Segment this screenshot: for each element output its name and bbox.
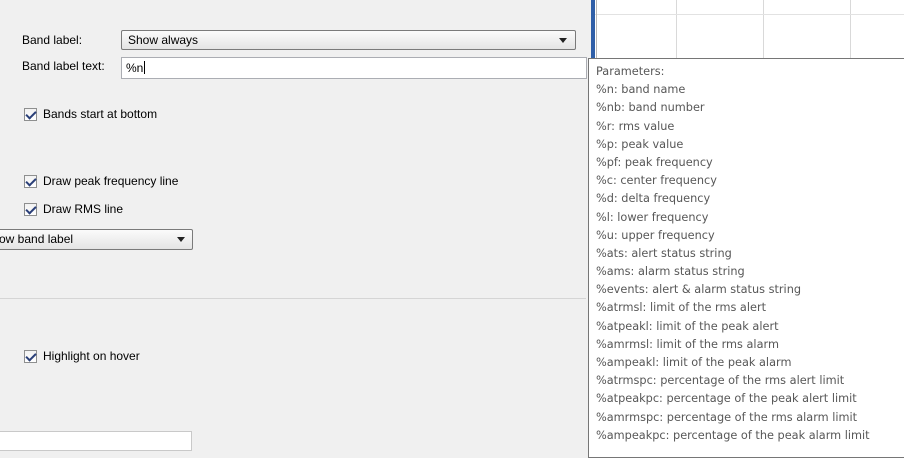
text-caret <box>144 61 146 74</box>
tooltip-heading: Parameters: <box>596 65 665 78</box>
grid-line <box>763 0 764 60</box>
draw-peak-frequency-line-checkbox[interactable] <box>24 175 37 188</box>
band-label-text-caption: Band label text: <box>22 59 105 73</box>
tooltip-line: %c: center frequency <box>596 174 717 188</box>
highlight-on-hover-label[interactable]: Highlight on hover <box>43 349 140 363</box>
partial-input-box[interactable] <box>0 431 192 451</box>
chevron-down-icon <box>177 237 185 242</box>
tooltip-line: %ampeakpc: percentage of the peak alarm … <box>596 428 870 442</box>
tooltip-line: %amrmsl: limit of the rms alarm <box>596 337 779 351</box>
band-label-mode-select-value: ow band label <box>0 232 74 246</box>
draw-rms-line-checkbox[interactable] <box>24 203 37 216</box>
tooltip-line: %n: band name <box>596 83 686 97</box>
bands-start-at-bottom-checkbox[interactable] <box>24 108 37 121</box>
band-label-text-input[interactable]: %n <box>121 57 587 79</box>
grid-line <box>676 0 677 60</box>
tooltip-line: %atrmsl: limit of the rms alert <box>596 301 767 315</box>
grid-line <box>850 0 851 60</box>
tooltip-line: %pf: peak frequency <box>596 155 713 169</box>
band-label-mode-select[interactable]: ow band label <box>0 229 193 250</box>
tooltip-line: %atrmspc: percentage of the rms alert li… <box>596 374 845 388</box>
tooltip-line: %ats: alert status string <box>596 246 732 260</box>
checkmark-icon <box>25 350 37 362</box>
checkmark-icon <box>25 108 37 120</box>
section-divider <box>0 298 586 299</box>
band-label-select-value: Show always <box>128 33 199 47</box>
draw-rms-line-label[interactable]: Draw RMS line <box>43 202 123 216</box>
draw-peak-frequency-line-label[interactable]: Draw peak frequency line <box>43 174 178 188</box>
splitter-edge <box>596 0 597 62</box>
highlight-on-hover-checkbox[interactable] <box>24 350 37 363</box>
tooltip-line: %d: delta frequency <box>596 192 711 206</box>
tooltip-line: %ampeakl: limit of the peak alarm <box>596 356 792 369</box>
tooltip-line: %events: alert & alarm status string <box>596 283 802 297</box>
chart-grid <box>592 0 904 60</box>
band-label-select[interactable]: Show always <box>121 30 576 50</box>
tooltip-line: %nb: band number <box>596 101 705 115</box>
bands-start-at-bottom-label[interactable]: Bands start at bottom <box>43 107 157 121</box>
chevron-down-icon <box>559 38 567 43</box>
splitter-bar[interactable] <box>591 0 595 62</box>
tooltip-line: %l: lower frequency <box>596 210 709 224</box>
tooltip-line: %amrmspc: percentage of the rms alarm li… <box>596 410 858 424</box>
tooltip-line: %ams: alarm status string <box>596 265 745 279</box>
band-label-text-value: %n <box>126 61 144 75</box>
checkmark-icon <box>25 203 37 215</box>
checkmark-icon <box>25 175 37 187</box>
tooltip-line: %p: peak value <box>596 137 684 151</box>
tooltip-line: %r: rms value <box>596 119 675 133</box>
parameters-tooltip: Parameters: %n: band name %nb: band number… <box>588 58 904 458</box>
grid-line <box>592 14 904 15</box>
tooltip-line: %u: upper frequency <box>596 228 715 242</box>
tooltip-line: %atpeakpc: percentage of the peak alert … <box>596 392 857 406</box>
band-label-caption: Band label: <box>22 33 83 47</box>
tooltip-line: %atpeakl: limit of the peak alert <box>596 319 779 333</box>
